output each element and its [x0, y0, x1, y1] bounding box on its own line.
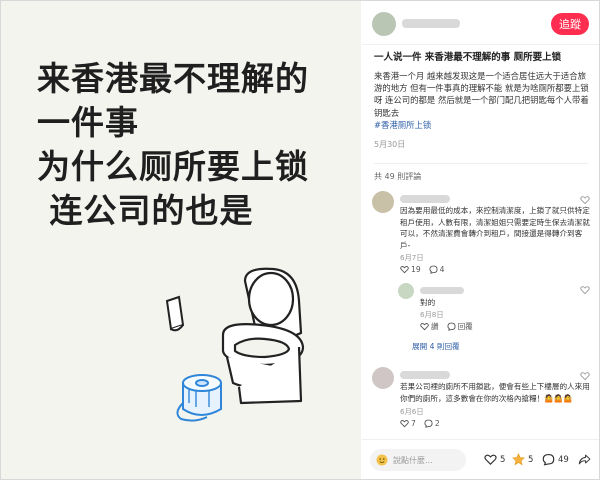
- post-body: 一人说一件 来香港最不理解的事 厕所要上锁 来香港一个月 越来越发现这是一个适合…: [374, 51, 592, 150]
- post-title: 一人说一件 来香港最不理解的事 厕所要上锁: [374, 52, 562, 63]
- comment-reply-button[interactable]: 4: [429, 265, 445, 274]
- expand-replies-link[interactable]: 展開 4 則回覆: [412, 341, 460, 352]
- like-count: 5: [500, 454, 506, 465]
- heart-icon: [484, 454, 497, 466]
- comment-actions: 7 2: [400, 419, 440, 428]
- headline-line-3: 为什么厕所要上锁: [37, 145, 309, 189]
- comment-like-button[interactable]: 7: [400, 419, 416, 428]
- share-button[interactable]: [578, 453, 591, 466]
- star-icon: [512, 453, 525, 466]
- reply-actions: 讚 回覆: [420, 321, 473, 332]
- commenter-name-redacted[interactable]: [400, 371, 450, 379]
- reply-like-label: 讚: [431, 322, 439, 331]
- comment-input-placeholder: 說點什麼...: [393, 455, 433, 465]
- headline-text: 最不理解的: [139, 59, 309, 98]
- chat-bubble-icon: [542, 453, 555, 466]
- headline-text: 一件事: [37, 103, 139, 142]
- comment-date: 6月7日: [400, 253, 424, 262]
- author-bar: 追蹤: [362, 1, 599, 45]
- headline-text: 连公司的也是: [37, 191, 254, 230]
- toilet-paper-roll-icon: [176, 374, 222, 422]
- comment-text: 若果公司裡的廁所不用鎖匙，便會有些上下樓層的人來用你們的廁所，這多數會在你的次格…: [400, 382, 590, 403]
- favorite-stat[interactable]: 5: [512, 453, 533, 466]
- comment-item: 若果公司裡的廁所不用鎖匙，便會有些上下樓層的人來用你們的廁所，這多數會在你的次格…: [372, 367, 594, 433]
- favorite-count: 5: [528, 454, 534, 465]
- comment-total: 49: [558, 454, 569, 465]
- heart-icon: [400, 266, 409, 274]
- toilet-illustration: [165, 267, 305, 422]
- toilet-icon: [221, 267, 305, 405]
- comment-like-count: 19: [411, 265, 421, 274]
- divider: [374, 163, 588, 164]
- reply-name-redacted[interactable]: [420, 287, 464, 294]
- post-detail-panel: 追蹤 一人说一件 来香港最不理解的事 厕所要上锁 来香港一个月 越来越发现这是一…: [362, 1, 599, 479]
- headline-highlight-text: 香港: [71, 59, 139, 98]
- bottom-action-bar: 說點什麼... 5 5 49: [362, 439, 599, 479]
- comment-count: 共 49 則評論: [374, 172, 422, 181]
- heart-icon[interactable]: [580, 195, 590, 205]
- like-stat[interactable]: 5: [484, 453, 505, 466]
- commenter-name-redacted[interactable]: [400, 195, 450, 203]
- commenter-avatar[interactable]: [372, 191, 394, 213]
- headline-highlight: 香港: [71, 59, 139, 98]
- comment-reply-count: 4: [439, 265, 445, 274]
- reply-like-button[interactable]: 讚: [420, 321, 439, 332]
- comment-item: 因為要用最低的成本，來控制清潔度，上鎖了就只供特定租戶使用，人數有限，清潔姐姐只…: [372, 191, 594, 351]
- comment-text: 因為要用最低的成本，來控制清潔度，上鎖了就只供特定租戶使用，人數有限，清潔姐姐只…: [400, 206, 590, 250]
- comment-like-button[interactable]: 19: [400, 265, 421, 274]
- headline-line-2: 一件事: [37, 101, 309, 145]
- heart-icon: [400, 420, 409, 428]
- comment-stat[interactable]: 49: [542, 453, 569, 466]
- paper-sheet-icon: [165, 295, 185, 332]
- heart-icon: [420, 323, 429, 331]
- heart-icon[interactable]: [580, 285, 590, 295]
- image-headline: 来香港 最不理解的 一件事 为什么厕所要上锁 连公司的也是: [37, 57, 309, 233]
- reply-reply-button[interactable]: 回覆: [447, 321, 473, 332]
- user-avatar-icon: [376, 454, 388, 466]
- heart-icon[interactable]: [580, 371, 590, 381]
- share-icon: [578, 454, 591, 465]
- headline-line-1: 来香港 最不理解的: [37, 57, 309, 101]
- chat-bubble-icon: [447, 322, 456, 331]
- comment-actions: 19 4: [400, 265, 445, 274]
- follow-button[interactable]: 追蹤: [551, 13, 589, 35]
- comment-reply-count: 2: [434, 419, 440, 428]
- comment-like-count: 7: [411, 419, 416, 428]
- comment-input[interactable]: 說點什麼...: [370, 449, 466, 471]
- commenter-avatar[interactable]: [372, 367, 394, 389]
- headline-text: 为什么厕所要上锁: [37, 147, 309, 186]
- reply-reply-label: 回覆: [457, 322, 473, 331]
- author-avatar[interactable]: [372, 12, 396, 36]
- headline-line-4: 连公司的也是: [37, 189, 309, 233]
- post-date: 5月30日: [374, 139, 406, 149]
- reply-avatar[interactable]: [398, 283, 414, 299]
- chat-bubble-icon: [424, 419, 433, 428]
- post-image[interactable]: 来香港 最不理解的 一件事 为什么厕所要上锁 连公司的也是: [1, 1, 361, 479]
- reply-date: 6月8日: [420, 310, 444, 319]
- reply-text: 對的: [420, 298, 436, 307]
- comment-reply-button[interactable]: 2: [424, 419, 440, 428]
- post-hashtag[interactable]: #香港厕所上锁: [374, 119, 592, 131]
- reply-item: 對的 6月8日 讚 回覆: [398, 283, 594, 333]
- post-text: 来香港一个月 越来越发现这是一个适合居住远大于适合旅游的地方 但有一件事真的理解…: [374, 71, 589, 118]
- chat-bubble-icon: [429, 265, 438, 274]
- comment-date: 6月6日: [400, 407, 424, 416]
- author-name-redacted[interactable]: [402, 19, 460, 28]
- headline-text: 来: [37, 59, 71, 98]
